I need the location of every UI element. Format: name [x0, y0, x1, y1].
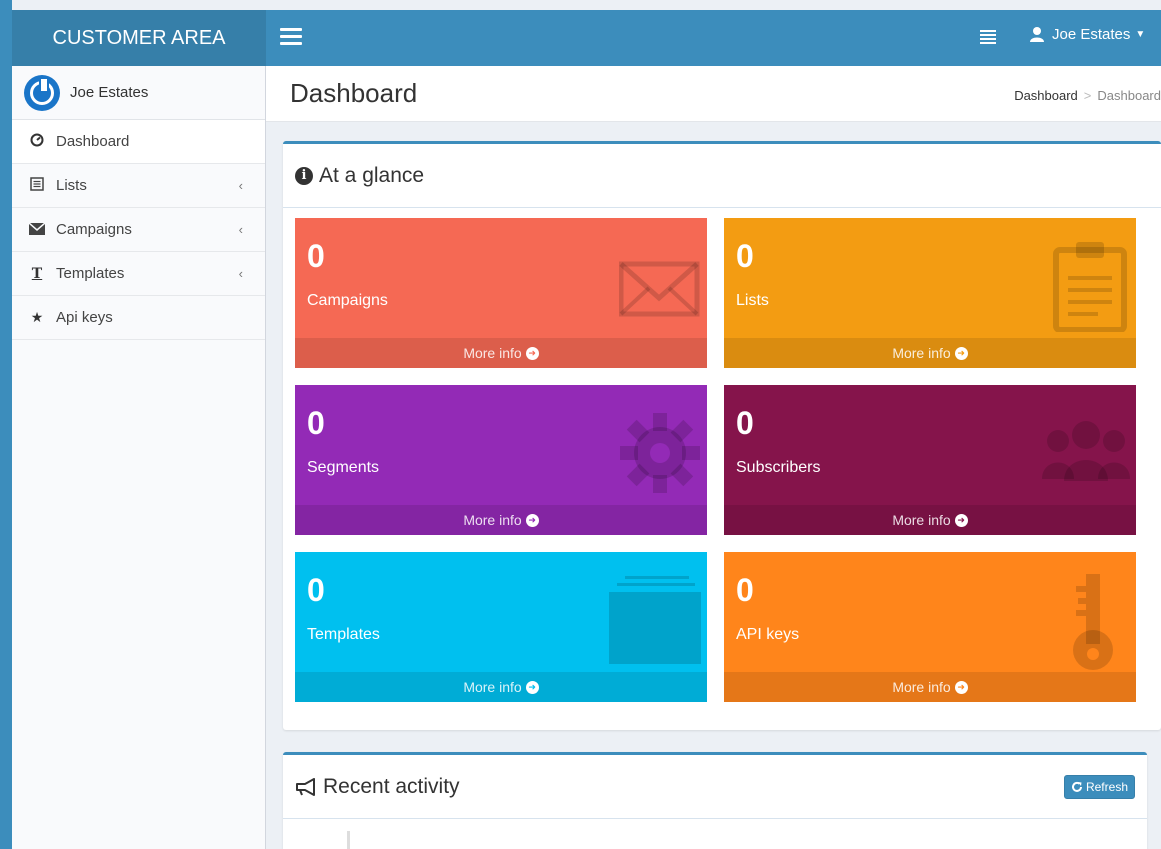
star-icon: ★: [30, 309, 44, 325]
more-info-link[interactable]: More info ➜: [295, 505, 707, 535]
envelope-icon: [619, 261, 700, 317]
sidebar: Joe Estates Dashboard Lists ‹ Campaigns …: [12, 66, 266, 849]
stat-tile-subscribers: 0 Subscribers More info ➜: [724, 385, 1136, 535]
top-navbar: Joe Estates ▼: [266, 10, 1161, 66]
sidebar-item-label: Templates: [56, 265, 125, 282]
chevron-left-icon: ‹: [238, 222, 243, 237]
sidebar-user-name: Joe Estates: [70, 84, 149, 101]
at-a-glance-box: i At a glance 0 Campaigns More info ➜ 0 L…: [283, 141, 1161, 730]
stat-tile-api-keys: 0 API keys More info ➜: [724, 552, 1136, 702]
breadcrumb-link-dashboard[interactable]: Dashboard: [1014, 88, 1078, 103]
timeline-line: [347, 831, 350, 849]
sidebar-item-templates[interactable]: T Templates ‹: [12, 252, 265, 296]
power-logo-icon: [24, 74, 60, 111]
stat-value: 0: [307, 572, 325, 608]
files-icon: [609, 576, 701, 664]
sidebar-item-label: Dashboard: [56, 133, 130, 150]
envelope-icon: [28, 221, 46, 238]
notifications-icon[interactable]: [980, 30, 996, 44]
breadcrumb-separator: >: [1083, 88, 1092, 103]
clipboard-icon: [1053, 242, 1127, 332]
content-header: Dashboard Dashboard > Dashboard: [266, 66, 1161, 122]
sidebar-toggle-icon[interactable]: [280, 28, 302, 46]
arrow-circle-right-icon: ➜: [525, 513, 539, 527]
info-icon: i: [295, 166, 313, 185]
chevron-left-icon: ‹: [238, 266, 243, 281]
user-menu[interactable]: Joe Estates ▼: [1030, 26, 1145, 43]
text-icon: T: [31, 265, 43, 282]
stat-value: 0: [736, 572, 754, 608]
stat-value: 0: [736, 405, 754, 441]
stat-value: 0: [736, 238, 754, 274]
gear-icon: [620, 413, 700, 493]
brand-logo[interactable]: CUSTOMER AREA: [12, 10, 266, 66]
sidebar-user-panel: Joe Estates: [12, 66, 265, 120]
arrow-circle-right-icon: ➜: [525, 680, 539, 694]
stat-tile-segments: 0 Segments More info ➜: [295, 385, 707, 535]
users-icon: [1042, 421, 1130, 481]
stat-tile-templates: 0 Templates More info ➜: [295, 552, 707, 702]
box-title: At a glance: [319, 163, 425, 187]
box-header: Recent activity: [283, 755, 1147, 819]
caret-down-icon: ▼: [1135, 29, 1146, 40]
stat-label: Segments: [307, 459, 380, 476]
arrow-circle-right-icon: ➜: [954, 680, 968, 694]
brand-title: CUSTOMER AREA: [52, 26, 226, 49]
user-menu-name: Joe Estates: [1052, 26, 1131, 43]
sidebar-item-api-keys[interactable]: ★ Api keys: [12, 296, 265, 340]
refresh-icon: [1072, 781, 1082, 792]
arrow-circle-right-icon: ➜: [525, 346, 539, 360]
more-info-link[interactable]: More info ➜: [724, 672, 1136, 702]
stat-label: Templates: [307, 626, 380, 643]
more-info-link[interactable]: More info ➜: [724, 338, 1136, 368]
refresh-button[interactable]: Refresh: [1063, 775, 1135, 799]
stat-label: API keys: [736, 626, 800, 643]
breadcrumb: Dashboard > Dashboard: [1014, 88, 1161, 103]
sidebar-item-label: Api keys: [56, 309, 113, 326]
page-title: Dashboard: [290, 78, 418, 108]
sidebar-item-label: Campaigns: [56, 221, 132, 238]
sidebar-item-campaigns[interactable]: Campaigns ‹: [12, 208, 265, 252]
sidebar-item-label: Lists: [56, 177, 87, 194]
recent-activity-box: Recent activity Refresh: [283, 752, 1147, 849]
arrow-circle-right-icon: ➜: [954, 513, 968, 527]
box-title: Recent activity: [323, 774, 460, 798]
key-icon: [1073, 574, 1113, 670]
box-header: i At a glance: [283, 144, 1161, 208]
arrow-circle-right-icon: ➜: [954, 346, 968, 360]
breadcrumb-current: Dashboard: [1097, 88, 1161, 103]
chevron-left-icon: ‹: [238, 178, 243, 193]
stat-label: Subscribers: [736, 459, 821, 476]
stat-tile-lists: 0 Lists More info ➜: [724, 218, 1136, 368]
more-info-link[interactable]: More info ➜: [724, 505, 1136, 535]
sidebar-item-dashboard[interactable]: Dashboard: [12, 120, 265, 164]
bullhorn-icon: [296, 777, 315, 796]
list-icon: [28, 177, 46, 194]
more-info-link[interactable]: More info ➜: [295, 338, 707, 368]
window-edge: [0, 0, 12, 849]
sidebar-item-lists[interactable]: Lists ‹: [12, 164, 265, 208]
dashboard-icon: [28, 133, 46, 150]
stat-label: Lists: [736, 292, 769, 309]
user-icon: [1030, 27, 1044, 42]
stat-tile-campaigns: 0 Campaigns More info ➜: [295, 218, 707, 368]
stat-label: Campaigns: [307, 292, 388, 309]
more-info-link[interactable]: More info ➜: [295, 672, 707, 702]
stat-value: 0: [307, 405, 325, 441]
stat-value: 0: [307, 238, 325, 274]
